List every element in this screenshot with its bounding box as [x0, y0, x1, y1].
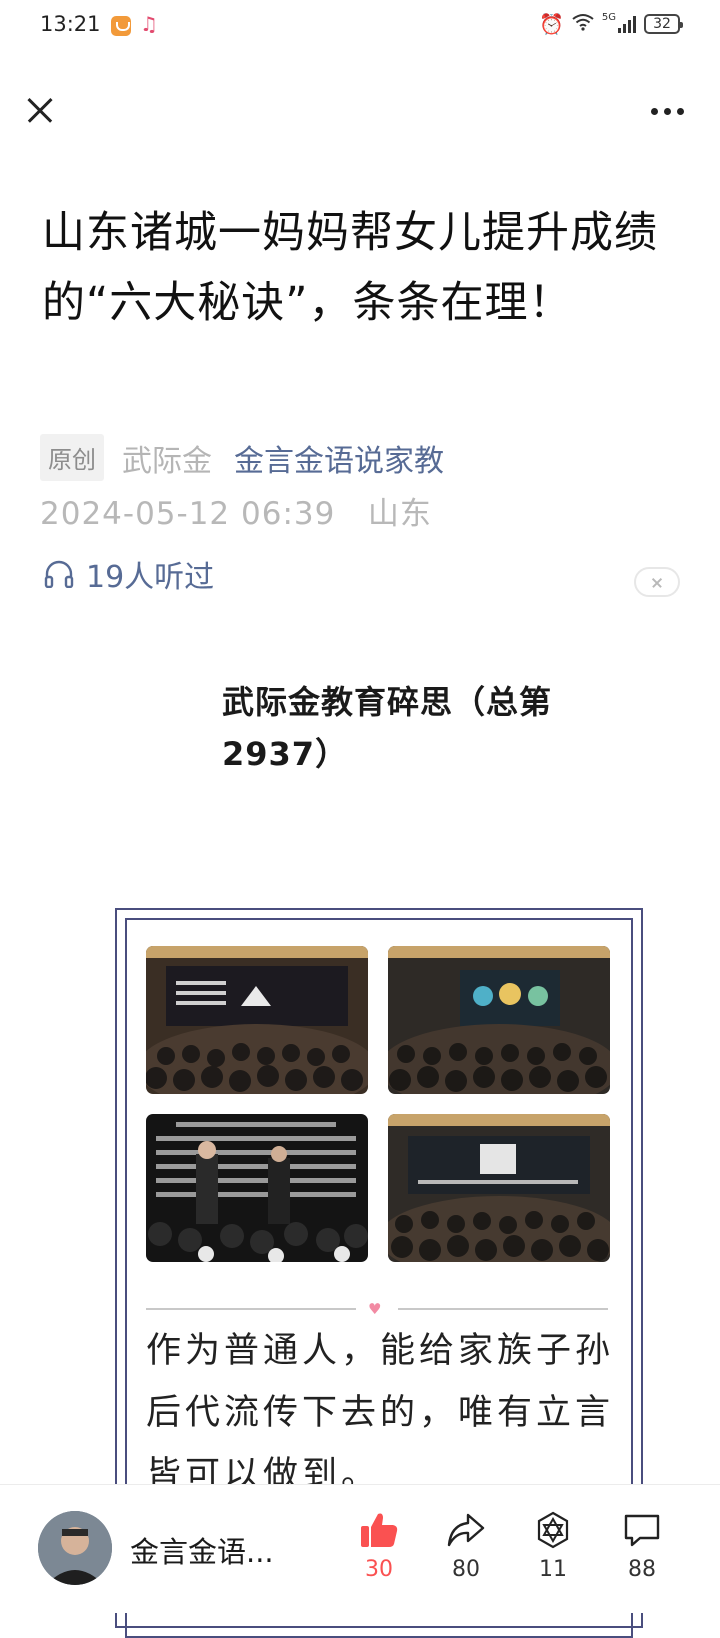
- ornament-divider: ♥: [146, 1300, 608, 1318]
- comment-button[interactable]: 88: [612, 1511, 672, 1582]
- recommend-button[interactable]: 11: [523, 1511, 583, 1582]
- share-button[interactable]: 80: [436, 1511, 496, 1582]
- article-title: 山东诸城一妈妈帮女儿提升成绩的“六大秘诀”，条条在理！: [42, 208, 658, 328]
- share-arrow-icon: [447, 1513, 485, 1547]
- original-badge: 原创: [40, 434, 104, 481]
- article-meta: 原创 武际金 金言金语说家教: [40, 434, 444, 481]
- more-options-button[interactable]: [651, 108, 684, 115]
- account-avatar[interactable]: [38, 1511, 112, 1585]
- app-notification-icon: [111, 16, 131, 36]
- like-count: 30: [365, 1557, 393, 1582]
- status-bar: 13:21 ♫ ⏰ 5G 32: [0, 0, 720, 56]
- account-link[interactable]: 金言金语说家教: [234, 436, 444, 480]
- comment-count: 88: [628, 1557, 656, 1582]
- section-heading: 武际金教育碎思（总第2937）: [222, 683, 553, 773]
- share-count: 80: [452, 1557, 480, 1582]
- bottom-account-name[interactable]: 金言金语...: [130, 1529, 274, 1571]
- alarm-icon: ⏰: [538, 12, 564, 36]
- event-photo-4[interactable]: [388, 1114, 610, 1262]
- event-photo-1[interactable]: [146, 946, 368, 1094]
- comment-icon: [624, 1514, 660, 1547]
- event-photo-3[interactable]: [146, 1114, 368, 1262]
- headphones-icon: [44, 560, 74, 588]
- signal-icon: [618, 15, 636, 33]
- event-photo-2[interactable]: [388, 946, 610, 1094]
- publish-location: 山东: [367, 496, 432, 532]
- recommend-count: 11: [539, 1557, 567, 1582]
- author-name: 武际金: [122, 443, 212, 479]
- dismiss-listen-button[interactable]: [634, 567, 680, 597]
- heart-icon: ♥: [368, 1300, 382, 1318]
- recommend-icon: [537, 1511, 569, 1549]
- status-time: 13:21: [40, 12, 101, 36]
- thumbs-up-icon: [361, 1513, 398, 1547]
- listen-count: 19人听过: [86, 560, 215, 595]
- network-type: 5G: [601, 12, 616, 23]
- bottom-bar: 金言金语... 30 80 11 88: [0, 1484, 720, 1613]
- listen-entry[interactable]: 19人听过: [44, 552, 214, 596]
- publish-date: 2024-05-12 06:39: [40, 496, 336, 532]
- close-button[interactable]: [22, 92, 58, 128]
- publish-info: 2024-05-12 06:39 山东: [40, 488, 432, 533]
- wifi-icon: [572, 13, 594, 36]
- like-button[interactable]: 30: [349, 1511, 409, 1582]
- battery-icon: 32: [644, 14, 683, 34]
- music-note-icon: ♫: [140, 12, 158, 36]
- battery-level: 32: [653, 16, 671, 32]
- article-paragraph: 作为普通人，能给家族子孙后代流传下去的，唯有立言皆可以做到。: [146, 1331, 615, 1495]
